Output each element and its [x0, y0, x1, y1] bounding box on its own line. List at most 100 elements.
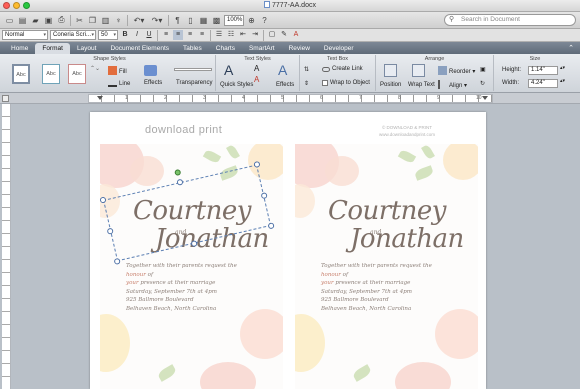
quick-styles-icon[interactable]: A — [224, 62, 233, 78]
format-painter-icon[interactable]: ♆ — [113, 15, 124, 26]
group-objects-icon[interactable]: ▣ — [480, 66, 486, 73]
open-icon[interactable]: ▰ — [30, 15, 41, 26]
increase-indent-icon[interactable]: ⇥ — [250, 30, 260, 40]
decrease-indent-icon[interactable]: ⇤ — [238, 30, 248, 40]
font-size-select[interactable]: 50 — [98, 30, 118, 40]
horizontal-ruler[interactable]: 1 2 3 4 5 6 7 8 9 10 — [88, 94, 493, 103]
shape-effects-icon[interactable] — [144, 65, 159, 76]
tab-tables[interactable]: Tables — [176, 43, 209, 54]
italic-button[interactable]: I — [132, 30, 142, 40]
height-stepper[interactable]: ▴▾ — [560, 65, 565, 71]
transparency-slider[interactable] — [174, 68, 212, 71]
shape-style-swatch[interactable]: Abc — [68, 64, 86, 84]
leaf — [202, 148, 222, 165]
wrap-text-label[interactable]: Wrap Text — [408, 82, 435, 88]
align-center-icon[interactable]: ≡ — [173, 30, 183, 40]
text-effects-icon[interactable]: A — [278, 62, 287, 78]
cut-icon[interactable]: ✂ — [74, 15, 85, 26]
search-placeholder: Search in Document — [461, 16, 520, 23]
resize-handle[interactable] — [99, 196, 107, 204]
zoom-in-icon[interactable]: ⊕ — [246, 15, 257, 26]
width-field[interactable]: 4.24" — [528, 79, 558, 88]
text-effects-label[interactable]: Effects — [276, 82, 294, 88]
styles-scroll-icon[interactable]: ⌃⌄ — [90, 65, 100, 72]
ruler-number: 10 — [476, 95, 482, 101]
width-stepper[interactable]: ▴▾ — [560, 78, 565, 84]
tab-review[interactable]: Review — [282, 43, 317, 54]
new-icon[interactable]: ▭ — [4, 15, 15, 26]
underline-button[interactable]: U — [144, 30, 154, 40]
search-input[interactable]: ⚲ Search in Document — [444, 14, 576, 26]
print-icon[interactable]: ⎙ — [56, 15, 67, 26]
help-icon[interactable]: ? — [259, 15, 270, 26]
ribbon-tabs: Home Format Layout Document Elements Tab… — [0, 42, 580, 54]
rotate-icon[interactable]: ↻ — [480, 80, 485, 87]
resize-handle[interactable] — [106, 227, 114, 235]
height-field[interactable]: 1.14" — [528, 66, 558, 75]
invitation-card-right[interactable]: Courtney and Jonathan Together with thei… — [295, 144, 478, 389]
paragraph-icon[interactable]: ¶ — [172, 15, 183, 26]
window-title: 7777-AA.docx — [0, 1, 580, 9]
wrap-to-object-checkbox[interactable]: Wrap to Object — [322, 80, 370, 86]
fill-button[interactable]: Fill — [108, 66, 127, 75]
tab-selector-icon[interactable] — [2, 95, 9, 102]
bullets-icon[interactable]: ☰ — [214, 30, 224, 40]
group-title: Text Box — [326, 56, 349, 62]
zoom-field[interactable]: 100% — [224, 14, 244, 26]
position-icon[interactable] — [384, 64, 399, 77]
gallery-icon[interactable]: ▦ — [198, 15, 209, 26]
ribbon-collapse-icon[interactable]: ⌃ — [568, 44, 574, 52]
save-icon[interactable]: ▣ — [43, 15, 54, 26]
standard-toolbar: ▭ ▤ ▰ ▣ ⎙ ✂ ❐ ▥ ♆ ↶▾ ↷▾ ¶ ▯ ▦ ▩ 100% ⊕ ?… — [0, 12, 580, 29]
align-right-icon[interactable]: ≡ — [185, 30, 195, 40]
numbering-icon[interactable]: ☷ — [226, 30, 236, 40]
borders-icon[interactable]: ▢ — [267, 30, 277, 40]
line-button[interactable]: Line — [108, 78, 130, 87]
resize-handle[interactable] — [176, 178, 184, 186]
shape-style-swatch[interactable]: Abc — [12, 64, 30, 84]
shape-style-swatch[interactable]: Abc — [42, 64, 60, 84]
text-fill-icon[interactable]: A — [254, 64, 259, 73]
shape-effects-label[interactable]: Effects — [144, 80, 162, 86]
align-button[interactable]: Align ▾ — [438, 80, 467, 89]
paste-icon[interactable]: ▥ — [100, 15, 111, 26]
copy-icon[interactable]: ❐ — [87, 15, 98, 26]
justify-icon[interactable]: ≡ — [197, 30, 207, 40]
right-indent-handle[interactable] — [482, 96, 488, 100]
wrap-text-icon[interactable] — [412, 64, 427, 77]
text-align-icon[interactable]: ⇕ — [304, 80, 309, 87]
tab-charts[interactable]: Charts — [209, 43, 242, 54]
tab-smartart[interactable]: SmartArt — [242, 43, 282, 54]
reorder-icon — [438, 66, 447, 75]
style-select[interactable]: Normal — [2, 30, 48, 40]
tab-home[interactable]: Home — [4, 43, 35, 54]
text-direction-icon[interactable]: ⇅ — [304, 66, 309, 73]
tab-developer[interactable]: Developer — [317, 43, 361, 54]
tab-layout[interactable]: Layout — [70, 43, 104, 54]
leaf — [156, 364, 178, 382]
toolbox-icon[interactable]: ▩ — [211, 15, 222, 26]
tab-format[interactable]: Format — [35, 43, 70, 54]
group-title: Shape Styles — [93, 56, 126, 62]
shape-styles-group: Shape Styles Abc Abc Abc ⌃⌄ Fill Line Ef… — [4, 55, 216, 91]
highlight-icon[interactable]: ✎ — [279, 30, 289, 40]
left-indent-handle[interactable] — [97, 96, 103, 100]
sidebar-icon[interactable]: ▯ — [185, 15, 196, 26]
vertical-ruler[interactable] — [2, 104, 11, 389]
font-select[interactable]: Coneria Scri... — [50, 30, 96, 40]
reorder-button[interactable]: Reorder ▾ — [438, 66, 475, 75]
bold-button[interactable]: B — [120, 30, 130, 40]
undo-icon[interactable]: ↶▾ — [131, 15, 147, 26]
position-label[interactable]: Position — [380, 82, 401, 88]
leaf — [421, 144, 435, 161]
text-outline-icon[interactable]: A — [254, 75, 259, 84]
font-color-icon[interactable]: A — [291, 30, 301, 40]
quick-styles-label[interactable]: Quick Styles — [220, 82, 253, 88]
separator — [127, 14, 128, 26]
redo-icon[interactable]: ↷▾ — [149, 15, 165, 26]
tab-document-elements[interactable]: Document Elements — [103, 43, 176, 54]
templates-icon[interactable]: ▤ — [17, 15, 28, 26]
create-link-button[interactable]: Create Link — [322, 66, 363, 72]
align-left-icon[interactable]: ≡ — [161, 30, 171, 40]
group-title: Size — [529, 56, 541, 62]
